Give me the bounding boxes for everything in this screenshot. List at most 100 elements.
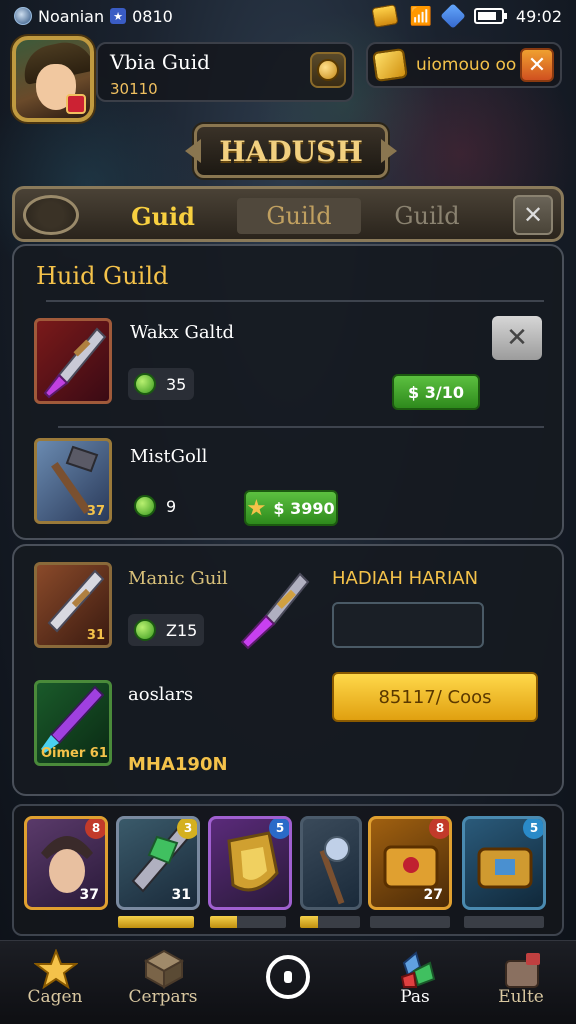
- hero-level: 31: [171, 887, 191, 903]
- item-gem-count: 35: [128, 368, 194, 400]
- item-sword-icon[interactable]: Oimer 61: [34, 680, 112, 766]
- item-level: 31: [86, 628, 105, 643]
- dagger-icon: [43, 327, 107, 399]
- battery-icon: [473, 8, 507, 24]
- coin-icon: [317, 59, 339, 81]
- claim-button[interactable]: 85117/ Coos: [332, 672, 538, 722]
- buy-button[interactable]: $ 3/10: [392, 374, 480, 410]
- gold-gem-icon: [372, 47, 408, 83]
- gem-count: Z15: [166, 620, 198, 640]
- player-avatar[interactable]: [12, 36, 94, 122]
- hero-badge: 8: [85, 819, 105, 839]
- hero-level: 37: [79, 887, 99, 903]
- bottom-label: MHA190N: [128, 754, 228, 775]
- network-code: 0810: [132, 6, 173, 26]
- hero-level: 27: [423, 887, 443, 903]
- gem-count: 9: [166, 496, 177, 516]
- green-gem-icon: [134, 373, 156, 395]
- coin-button[interactable]: [310, 52, 346, 88]
- carrier-name: Noanian: [38, 6, 105, 26]
- currency-value: uiomouo oo: [416, 55, 517, 75]
- hero-progress: [118, 916, 194, 928]
- notification-icon: [14, 7, 32, 25]
- item-spear-icon[interactable]: 31: [34, 562, 112, 648]
- guild-panel-title: Huid Guild: [36, 262, 169, 290]
- nav-label: Eulte: [498, 987, 544, 1007]
- green-gem-icon: [134, 619, 156, 641]
- hero-badge: 5: [523, 819, 543, 839]
- nav-label: Cagen: [27, 987, 83, 1007]
- gems-icon: [400, 951, 436, 988]
- player-sub-value: 30110: [110, 80, 158, 98]
- remove-item-button[interactable]: ✕: [492, 316, 542, 360]
- tab-bar: Guid Guild Guild ✕: [12, 186, 564, 242]
- player-name: Vbia Guid: [110, 50, 210, 74]
- item-level: 37: [86, 504, 105, 519]
- profile-panel: Vbia Guid 30110: [96, 42, 354, 102]
- avatar-badge-icon: [66, 94, 86, 114]
- status-time: 49:02: [515, 6, 562, 26]
- wifi-icon: 📶: [409, 5, 432, 27]
- star-icon: [247, 499, 266, 516]
- nav-pas[interactable]: Pas: [360, 945, 470, 1019]
- star-icon: [34, 949, 78, 989]
- chest-icon: [505, 953, 540, 988]
- bottom-nav: Cagen Cerpars Pas Eulte: [0, 940, 576, 1024]
- hero-badge: 3: [177, 819, 197, 839]
- gold-box-icon: [371, 4, 400, 28]
- hero-card[interactable]: 3 31: [116, 816, 200, 910]
- network-icon: ★: [110, 8, 127, 24]
- divider: [58, 426, 544, 428]
- close-icon: ✕: [527, 52, 547, 78]
- reward-slot: [332, 602, 484, 648]
- item-hammer-icon[interactable]: 37: [34, 438, 112, 524]
- banner-title: HADUSH: [219, 134, 363, 168]
- daily-reward-title: HADIAH HARIAN: [332, 568, 479, 589]
- item-dagger-icon[interactable]: [34, 318, 112, 404]
- price-label: $ 3990: [273, 498, 335, 518]
- ornament-icon: [23, 195, 79, 235]
- currency-panel: uiomouo oo ✕: [366, 42, 562, 88]
- nav-cagen[interactable]: Cagen: [0, 945, 110, 1019]
- close-icon: ✕: [506, 323, 528, 353]
- item-name: Manic Guil: [128, 568, 228, 589]
- hero-card[interactable]: 5: [208, 816, 292, 910]
- reward-panel: 31 Manic Guil Z15 HADIAH HARIAN 85117/ C…: [12, 544, 564, 796]
- close-icon: ✕: [522, 201, 544, 229]
- hero-badge: 8: [429, 819, 449, 839]
- status-bar: Noanian ★ 0810 📶 49:02: [0, 0, 576, 32]
- reward-dagger-icon: [240, 572, 310, 650]
- item-name: aoslars: [128, 684, 194, 705]
- hero-badge: 5: [269, 819, 289, 839]
- home-icon: [284, 971, 292, 983]
- hero-progress: [300, 916, 360, 928]
- gem-count: 35: [166, 374, 187, 394]
- crate-icon: [143, 949, 185, 989]
- nav-eulte[interactable]: Eulte: [466, 945, 576, 1019]
- close-button[interactable]: ✕: [520, 48, 554, 82]
- satellite-icon: [440, 3, 466, 29]
- nav-label: Pas: [400, 987, 430, 1007]
- divider: [46, 300, 544, 302]
- staff-icon: [319, 836, 350, 905]
- tab-guid[interactable]: Guid: [91, 198, 235, 234]
- item-name: MistGoll: [130, 446, 208, 467]
- green-gem-icon: [134, 495, 156, 517]
- home-button[interactable]: [266, 955, 310, 999]
- nav-label: Cerpars: [128, 987, 198, 1007]
- hero-card[interactable]: 8 37: [24, 816, 108, 910]
- tab-guild-1[interactable]: Guild: [237, 198, 361, 234]
- hero-progress: [464, 916, 544, 928]
- tab-guild-2[interactable]: Guild: [365, 198, 489, 234]
- item-gem-count: 9: [128, 490, 180, 522]
- item-name: Wakx Galtd: [130, 322, 235, 343]
- hero-card[interactable]: 5: [462, 816, 546, 910]
- hero-card[interactable]: [300, 816, 362, 910]
- hero-card[interactable]: 8 27: [368, 816, 452, 910]
- hero-progress: [210, 916, 286, 928]
- tab-close-button[interactable]: ✕: [513, 195, 553, 235]
- guild-panel: Huid Guild Wakx Galtd 35 ✕ $ 3/10 37 Mis…: [12, 244, 564, 540]
- buy-button[interactable]: $ 3990: [244, 490, 338, 526]
- item-gem-count: Z15: [128, 614, 204, 646]
- nav-cerpars[interactable]: Cerpars: [108, 945, 218, 1019]
